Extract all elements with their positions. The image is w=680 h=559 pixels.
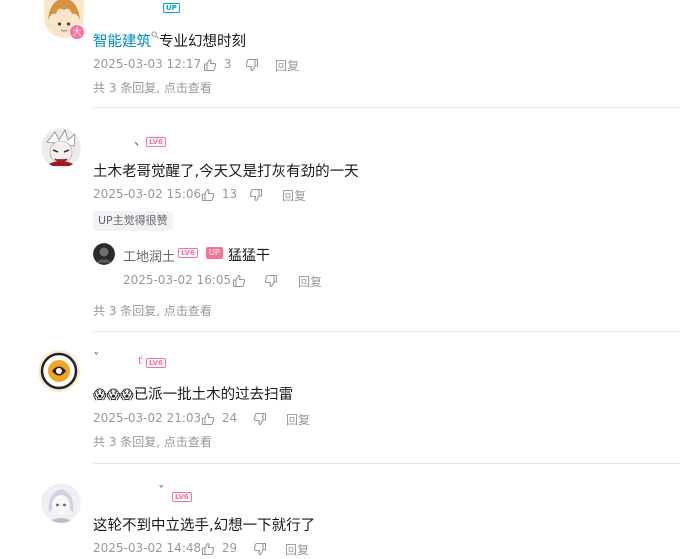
sub-replies-summary: 共 3 条回复, 点击查看 [93, 302, 212, 319]
reply-button[interactable]: 回复 [286, 411, 310, 428]
avatar-badge: 大 [69, 24, 85, 40]
comment-divider [93, 331, 680, 332]
comment-text: 专业幻想时刻 [159, 34, 246, 50]
thumbs-up-icon [201, 188, 215, 201]
thumbs-up-icon [232, 274, 246, 287]
dislike-button[interactable] [253, 411, 267, 426]
sub-replies-summary: 共 3 条回复, 点击查看 [93, 79, 212, 96]
emoji-scream-2: 😱 [106, 388, 121, 403]
like-count: 13 [221, 187, 238, 201]
comment-time: 2025-03-02 21:03 [93, 411, 202, 425]
comment-divider [93, 107, 680, 108]
reply-avatar[interactable] [93, 243, 115, 265]
sub-replies-count: 共 3 条回复, [93, 304, 161, 318]
reply-time: 2025-03-02 16:05 [123, 273, 232, 287]
like-count: 3 [223, 57, 232, 71]
dislike-button[interactable] [249, 187, 263, 202]
comment-text: 已派一批土木的过去扫雷 [133, 387, 294, 403]
reply-like-button[interactable] [232, 273, 246, 288]
comment-time: 2025-03-02 15:06 [93, 187, 202, 201]
reply-button[interactable]: 回复 [285, 541, 309, 558]
like-count: 29 [221, 541, 238, 555]
comment-meta: 2025-03-02 15:06 13 回复 [93, 187, 333, 203]
like-button[interactable]: 3 [203, 57, 231, 72]
like-button[interactable]: 24 [201, 411, 237, 426]
avatar[interactable] [38, 350, 80, 392]
up-liked-tag: UP主觉得很赞 [93, 211, 173, 231]
reply-dislike-button[interactable] [264, 273, 278, 288]
thumbs-up-icon [201, 542, 215, 555]
like-button[interactable]: 13 [201, 187, 237, 202]
thumbs-down-icon [245, 58, 259, 71]
reply-level-badge: LV6 [178, 248, 198, 258]
view-replies-link[interactable]: 点击查看 [164, 435, 212, 449]
thumbs-down-icon [253, 412, 267, 425]
reply-reply-button[interactable]: 回复 [298, 273, 322, 290]
reply-button[interactable]: 回复 [275, 57, 299, 74]
comment-meta: 2025-03-02 21:03 24 回复 [93, 411, 333, 427]
avatar[interactable] [41, 128, 81, 168]
comment-link[interactable]: 智能建筑 [93, 34, 151, 50]
level-badge: LV6 [172, 492, 192, 502]
up-badge: UP [206, 247, 223, 259]
emoji-scream-3: 😱 [120, 388, 134, 403]
search-icon [151, 31, 159, 39]
thumbs-up-icon [203, 58, 217, 71]
thumbs-down-icon [249, 188, 263, 201]
comment-content: 智能建筑 专业幻想时刻 [93, 30, 246, 51]
reply-text: 猛猛干 [228, 248, 270, 264]
sub-replies-count: 共 3 条回复, [93, 435, 161, 449]
comment-time: 2025-03-03 12:17 [93, 57, 202, 71]
level-badge: LV6 [146, 358, 166, 368]
username[interactable]: ˇ [93, 352, 100, 367]
avatar[interactable] [41, 483, 81, 523]
comment-content: 土木老哥觉醒了,今天又是打灰有劲的一天 [93, 164, 359, 180]
comment-divider [93, 463, 680, 464]
sub-replies-summary: 共 3 条回复, 点击查看 [93, 433, 212, 450]
view-replies-link[interactable]: 点击查看 [164, 304, 212, 318]
thumbs-down-icon [264, 274, 278, 287]
comment-content: 这轮不到中立选手,幻想一下就行了 [93, 518, 316, 534]
reply-meta: 2025-03-02 16:05 回复 [123, 273, 343, 289]
comment-content: 😱😱😱已派一批土木的过去扫雷 [93, 383, 293, 404]
dislike-button[interactable] [245, 57, 259, 72]
like-count: 24 [221, 411, 238, 425]
dislike-button[interactable] [253, 541, 267, 556]
view-replies-link[interactable]: 点击查看 [164, 81, 212, 95]
level-badge: LV6 [146, 137, 166, 147]
username[interactable]: ˇ [158, 485, 165, 500]
thumbs-down-icon [253, 542, 267, 555]
emoji-scream-1: 😱 [93, 388, 107, 403]
like-button[interactable]: 29 [201, 541, 237, 556]
reply-username[interactable]: 工地润土 [123, 246, 175, 265]
reply-button[interactable]: 回复 [282, 187, 306, 204]
name-tag: UP [163, 3, 180, 13]
thumbs-up-icon [201, 412, 215, 425]
comment-meta: 2025-03-02 14:48 29 回复 [93, 541, 333, 557]
comment-time: 2025-03-02 14:48 [93, 541, 202, 555]
sub-replies-count: 共 3 条回复, [93, 81, 161, 95]
comment-meta: 2025-03-03 12:17 3 回复 [93, 57, 333, 73]
username-suffix: ť [138, 354, 143, 367]
